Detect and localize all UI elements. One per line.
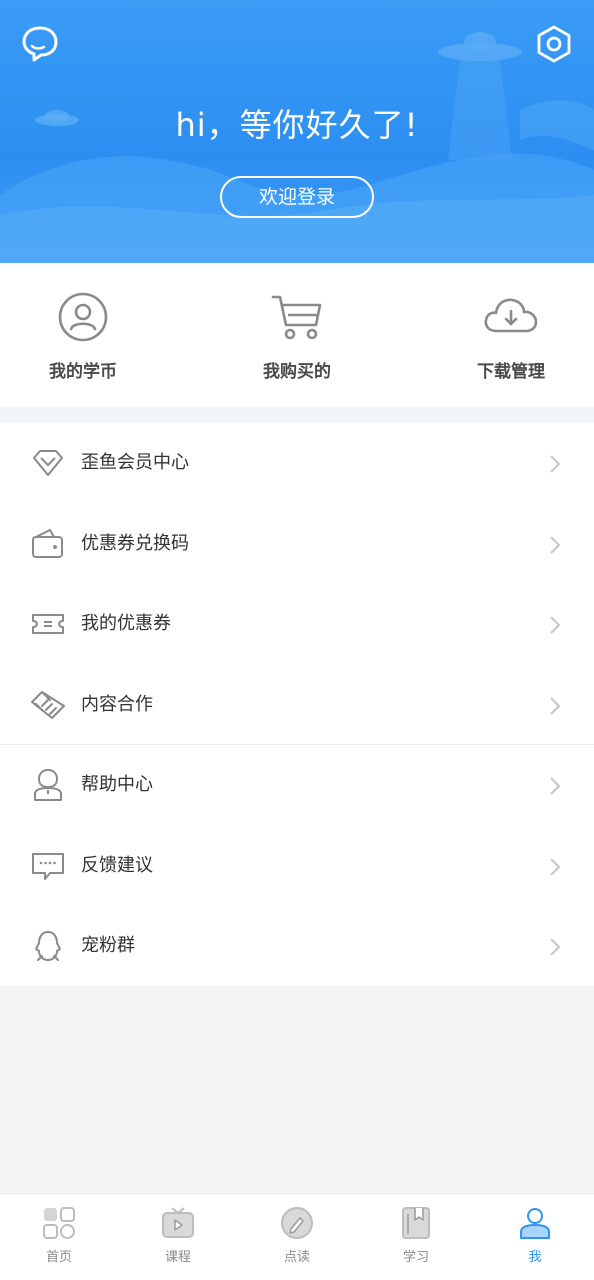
menu-group-services: 歪鱼会员中心 优惠券兑换码 我的优惠券 内容合作: [0, 423, 594, 744]
home-grid-icon: [43, 1207, 75, 1239]
profile-header: hi，等你好久了! 欢迎登录: [0, 0, 594, 263]
tab-courses[interactable]: 课程: [119, 1206, 237, 1265]
chevron-right-icon: [550, 535, 561, 554]
quick-actions: 我的学币 我购买的 下载管理: [0, 263, 594, 407]
profile-icon: [520, 1208, 550, 1239]
chevron-right-icon: [550, 696, 561, 715]
chevron-right-icon: [550, 455, 561, 473]
chevron-right-icon: [550, 777, 561, 795]
chevron-right-icon: [550, 938, 561, 956]
download-manager-label: 下载管理: [477, 362, 545, 382]
feedback-chat-icon: [32, 852, 64, 880]
tab-label: 学习: [402, 1250, 429, 1265]
menu-item-feedback[interactable]: 反馈建议: [0, 826, 594, 907]
my-purchases-action[interactable]: 我购买的: [207, 291, 387, 382]
cloud-download-icon: [484, 298, 538, 333]
download-manager-action[interactable]: 下载管理: [421, 291, 594, 382]
message-button[interactable]: [20, 24, 60, 62]
menu-label: 优惠券兑换码: [81, 532, 189, 554]
help-person-icon: [34, 768, 62, 801]
chevron-right-icon: [550, 616, 561, 634]
menu-label: 内容合作: [81, 693, 153, 715]
book-study-icon: [402, 1207, 430, 1239]
diamond-icon: [33, 450, 63, 476]
hexagon-gear-icon: [537, 25, 571, 63]
menu-item-content-cooperation[interactable]: 内容合作: [0, 665, 594, 746]
tab-home[interactable]: 首页: [0, 1206, 118, 1265]
greeting-text: hi，等你好久了!: [175, 106, 419, 144]
menu-item-my-coupons[interactable]: 我的优惠券: [0, 584, 594, 665]
tv-play-icon: [162, 1207, 194, 1238]
menu-label: 帮助中心: [81, 774, 153, 795]
menu-group-support: 帮助中心 反馈建议 宠粉群: [0, 745, 594, 986]
menu-label: 反馈建议: [81, 854, 153, 876]
menu-item-help-center[interactable]: 帮助中心: [0, 745, 594, 826]
login-button[interactable]: 欢迎登录: [220, 176, 374, 218]
menu-item-fan-group[interactable]: 宠粉群: [0, 906, 594, 987]
tab-study[interactable]: 学习: [357, 1206, 475, 1265]
group-chat-icon: [35, 931, 61, 961]
settings-button[interactable]: [534, 24, 574, 64]
tab-label: 我: [528, 1250, 542, 1265]
profile-page: hi，等你好久了! 欢迎登录 我的学币 我购买的 下载管理 歪鱼会员中心 优惠券…: [0, 0, 594, 1280]
handshake-icon: [31, 690, 65, 719]
tab-label: 首页: [45, 1250, 72, 1265]
menu-label: 我的优惠券: [81, 613, 171, 634]
shopping-cart-icon: [271, 295, 322, 340]
speech-bubble-icon: [22, 26, 58, 62]
tab-me[interactable]: 我: [476, 1206, 594, 1265]
tab-label: 点读: [283, 1250, 310, 1265]
my-coins-action[interactable]: 我的学币: [0, 291, 173, 382]
tab-label: 课程: [164, 1250, 191, 1265]
menu-label: 歪鱼会员中心: [81, 452, 189, 473]
menu-item-vip-center[interactable]: 歪鱼会员中心: [0, 423, 594, 504]
wallet-icon: [32, 528, 63, 558]
tab-read[interactable]: 点读: [238, 1206, 356, 1265]
my-purchases-label: 我购买的: [263, 362, 331, 382]
menu-label: 宠粉群: [81, 935, 135, 956]
bottom-tab-bar: 首页 课程 点读 学习 我: [0, 1193, 594, 1280]
menu-item-coupon-redeem[interactable]: 优惠券兑换码: [0, 504, 594, 585]
my-coins-label: 我的学币: [49, 362, 117, 382]
ticket-icon: [32, 614, 64, 634]
chevron-right-icon: [550, 857, 561, 876]
user-circle-icon: [58, 292, 108, 342]
pen-read-icon: [281, 1207, 313, 1239]
